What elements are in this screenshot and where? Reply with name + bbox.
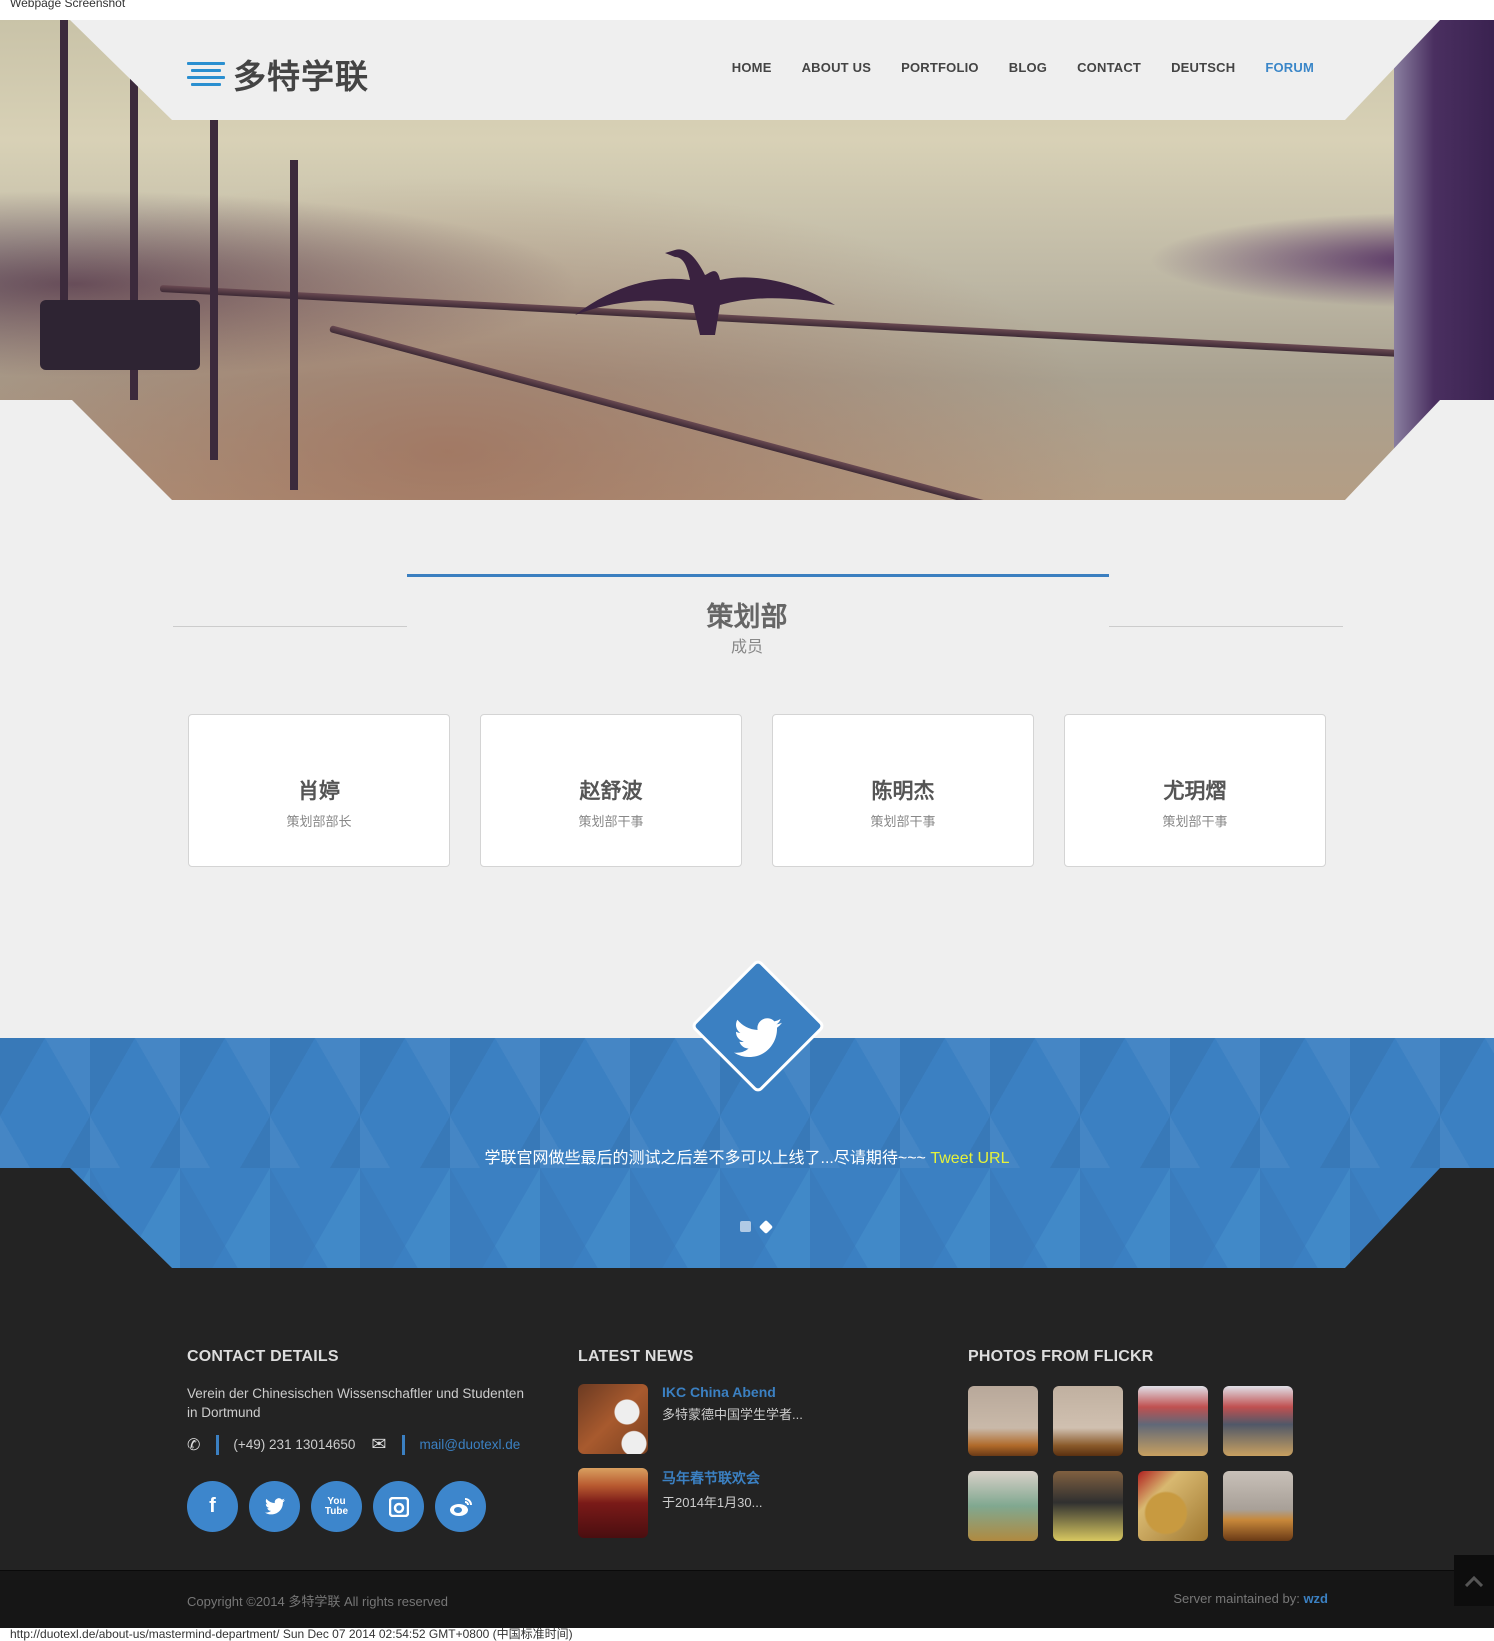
news-title[interactable]: 马年春节联欢会: [662, 1468, 762, 1488]
nav-deutsch[interactable]: DEUTSCH: [1171, 60, 1235, 75]
chevron-up-icon: [1465, 1575, 1483, 1587]
member-card[interactable]: 赵舒波 策划部干事: [480, 714, 742, 867]
member-role: 策划部部长: [286, 814, 352, 829]
flickr-photo[interactable]: [1053, 1471, 1123, 1541]
nav-contact[interactable]: CONTACT: [1077, 60, 1141, 75]
site-logo[interactable]: 多特学联: [187, 50, 369, 98]
back-to-top-button[interactable]: [1454, 1555, 1494, 1606]
twitter-bird-icon: [734, 1018, 782, 1057]
hero-winch: [40, 300, 200, 370]
instagram-icon[interactable]: [373, 1481, 424, 1532]
news-item[interactable]: 马年春节联欢会 于2014年1月30...: [578, 1468, 803, 1538]
envelope-icon: ✉: [371, 1434, 387, 1454]
news-heading: LATEST NEWS: [578, 1348, 694, 1365]
main-nav: HOME ABOUT US PORTFOLIO BLOG CONTACT DEU…: [732, 60, 1314, 75]
tweet-slider-dots: [740, 1219, 774, 1234]
member-card[interactable]: 陈明杰 策划部干事: [772, 714, 1034, 867]
hero-bottom-mask: [0, 400, 1494, 500]
logo-lines-icon: [187, 60, 225, 88]
flickr-photo[interactable]: [1223, 1471, 1293, 1541]
news-thumbnail[interactable]: [578, 1468, 648, 1538]
member-name: 赵舒波: [579, 780, 643, 803]
flickr-photo[interactable]: [968, 1471, 1038, 1541]
divider-bar: [216, 1434, 220, 1455]
twitter-icon[interactable]: [249, 1481, 300, 1532]
news-excerpt: 多特蒙德中国学生学者...: [662, 1407, 803, 1422]
member-role: 策划部干事: [1162, 814, 1228, 829]
contact-org: Verein der Chinesischen Wissenschaftler …: [187, 1386, 524, 1420]
contact-heading: CONTACT DETAILS: [187, 1348, 339, 1365]
logo-text: 多特学联: [233, 58, 369, 95]
maintainer-link[interactable]: wzd: [1303, 1591, 1328, 1606]
news-thumbnail[interactable]: [578, 1384, 648, 1454]
member-role: 策划部干事: [870, 814, 936, 829]
contact-email[interactable]: mail@duotexl.de: [419, 1437, 520, 1452]
member-cards: 肖婷 策划部部长 赵舒波 策划部干事 陈明杰 策划部干事 尤玥熠 策划部干事: [188, 714, 1326, 867]
nav-portfolio[interactable]: PORTFOLIO: [901, 60, 979, 75]
member-name: 尤玥熠: [1163, 780, 1227, 803]
member-card[interactable]: 尤玥熠 策划部干事: [1064, 714, 1326, 867]
divider-bar: [402, 1434, 406, 1455]
phone-icon: ✆: [187, 1436, 201, 1454]
screenshot-caption: Webpage Screenshot: [10, 0, 126, 10]
tweet-url-link[interactable]: Tweet URL: [930, 1150, 1009, 1167]
nav-about-us[interactable]: ABOUT US: [802, 60, 872, 75]
maintained-text: Server maintained by: wzd: [1173, 1591, 1328, 1606]
flickr-grid: [968, 1386, 1293, 1541]
flickr-photo[interactable]: [1138, 1471, 1208, 1541]
cormorant-image: [575, 249, 835, 335]
news-excerpt: 于2014年1月30...: [662, 1495, 763, 1510]
tweet-text: 学联官网做些最后的测试之后差不多可以上线了...尽请期待~~~ Tweet UR…: [0, 1144, 1494, 1168]
flickr-photo[interactable]: [1053, 1386, 1123, 1456]
section-accent-rule: [407, 574, 1109, 577]
member-role: 策划部干事: [578, 814, 644, 829]
news-item[interactable]: IKC China Abend 多特蒙德中国学生学者...: [578, 1384, 803, 1454]
nav-forum[interactable]: FORUM: [1265, 60, 1314, 75]
youtube-icon[interactable]: You Tube: [311, 1481, 362, 1532]
facebook-icon[interactable]: f: [187, 1481, 238, 1532]
footer-flickr: PHOTOS FROM FLICKR: [968, 1348, 1293, 1541]
slider-dot[interactable]: [740, 1221, 751, 1232]
tweet-body: 学联官网做些最后的测试之后差不多可以上线了...尽请期待~~~: [484, 1150, 931, 1167]
nav-home[interactable]: HOME: [732, 60, 772, 75]
flickr-photo[interactable]: [1223, 1386, 1293, 1456]
nav-blog[interactable]: BLOG: [1009, 60, 1047, 75]
copyright-text: Copyright ©2014 多特学联 All rights reserved: [187, 1594, 449, 1609]
weibo-icon[interactable]: [435, 1481, 486, 1532]
contact-line: ✆ (+49) 231 13014650 ✉ mail@duotexl.de: [187, 1434, 527, 1455]
member-name: 肖婷: [298, 780, 340, 803]
footer-news: LATEST NEWS IKC China Abend 多特蒙德中国学生学者..…: [578, 1348, 803, 1538]
header: 多特学联 HOME ABOUT US PORTFOLIO BLOG CONTAC…: [0, 20, 1494, 120]
flickr-heading: PHOTOS FROM FLICKR: [968, 1348, 1154, 1365]
flickr-photo[interactable]: [968, 1386, 1038, 1456]
flickr-photo[interactable]: [1138, 1386, 1208, 1456]
news-title[interactable]: IKC China Abend: [662, 1384, 803, 1400]
member-name: 陈明杰: [871, 780, 935, 803]
slider-dot-active[interactable]: [758, 1219, 774, 1234]
section-title: 策划部: [706, 602, 788, 632]
contact-phone: (+49) 231 13014650: [233, 1437, 356, 1452]
page: 多特学联 HOME ABOUT US PORTFOLIO BLOG CONTAC…: [0, 20, 1494, 1628]
twitter-band-chevron: [0, 1168, 1494, 1268]
section-subtitle: 成员: [730, 639, 763, 656]
footer-contact: CONTACT DETAILS Verein der Chinesischen …: [187, 1348, 527, 1532]
social-links: f You Tube: [187, 1481, 527, 1532]
status-bar-url: http://duotexl.de/about-us/mastermind-de…: [10, 1627, 573, 1641]
member-card[interactable]: 肖婷 策划部部长: [188, 714, 450, 867]
copyright-bar: Copyright ©2014 多特学联 All rights reserved…: [0, 1570, 1494, 1628]
